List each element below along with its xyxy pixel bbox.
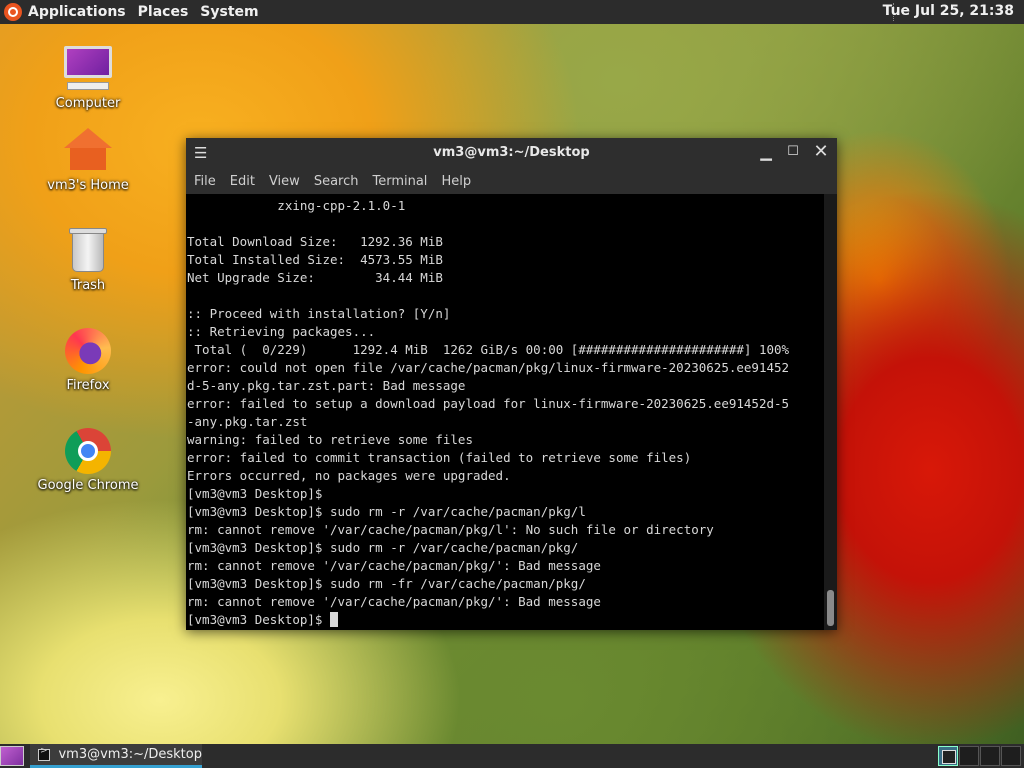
terminal-line: -any.pkg.tar.zst — [187, 414, 308, 429]
terminal-line: [vm3@vm3 Desktop]$ — [187, 486, 323, 501]
terminal-prompt: [vm3@vm3 Desktop]$ — [187, 612, 330, 627]
clock[interactable]: Tue Jul 25, 21:38 — [883, 3, 1014, 19]
taskbar-item-terminal[interactable]: vm3@vm3:~/Desktop — [30, 744, 202, 768]
menu-applications[interactable]: Applications — [28, 4, 126, 20]
workspace-4[interactable] — [1001, 746, 1021, 766]
minimize-icon[interactable]: ▁ — [756, 142, 776, 162]
terminal-line: [vm3@vm3 Desktop]$ sudo rm -r /var/cache… — [187, 504, 586, 519]
terminal-line: rm: cannot remove '/var/cache/pacman/pkg… — [187, 522, 714, 537]
desktop-icon-computer[interactable]: Computer — [28, 44, 148, 111]
menu-edit[interactable]: Edit — [230, 174, 255, 189]
desktop-icon-label: Trash — [70, 278, 106, 293]
terminal-line: Total Download Size: 1292.36 MiB — [187, 234, 443, 249]
menu-system[interactable]: System — [200, 4, 258, 20]
chrome-icon — [63, 426, 113, 476]
close-icon[interactable]: ✕ — [811, 142, 831, 162]
scrollbar-thumb[interactable] — [827, 590, 834, 626]
desktop-icon-trash[interactable]: Trash — [28, 226, 148, 293]
taskbar-item-label: vm3@vm3:~/Desktop — [58, 747, 202, 762]
terminal-line: error: could not open file /var/cache/pa… — [187, 360, 790, 375]
menu-terminal[interactable]: Terminal — [372, 174, 427, 189]
terminal-line: error: failed to commit transaction (fai… — [187, 450, 692, 465]
terminal-line: :: Retrieving packages... — [187, 324, 376, 339]
menu-help[interactable]: Help — [441, 174, 471, 189]
terminal-line: Total ( 0/229) 1292.4 MiB 1262 GiB/s 00:… — [187, 342, 790, 357]
bottom-panel: vm3@vm3:~/Desktop — [0, 744, 1024, 768]
workspace-3[interactable] — [980, 746, 1000, 766]
desktop-icon-chrome[interactable]: Google Chrome — [28, 426, 148, 493]
terminal-line: warning: failed to retrieve some files — [187, 432, 473, 447]
desktop-icon-label: Computer — [55, 96, 121, 111]
desktop-icon-home[interactable]: vm3's Home — [28, 126, 148, 193]
desktop-icon-label: Google Chrome — [37, 478, 139, 493]
top-panel: Applications Places System Tue Jul 25, 2… — [0, 0, 1024, 24]
text-cursor — [330, 612, 338, 627]
terminal-menubar: File Edit View Search Terminal Help — [186, 168, 837, 194]
terminal-line: [vm3@vm3 Desktop]$ sudo rm -r /var/cache… — [187, 540, 579, 555]
terminal-line: error: failed to setup a download payloa… — [187, 396, 790, 411]
show-desktop-icon[interactable] — [0, 746, 24, 766]
computer-icon — [63, 44, 113, 94]
home-folder-icon — [63, 126, 113, 176]
window-title: vm3@vm3:~/Desktop — [433, 145, 590, 160]
trash-icon — [63, 226, 113, 276]
desktop-icon-firefox[interactable]: Firefox — [28, 326, 148, 393]
desktop-icon-label: vm3's Home — [47, 178, 129, 193]
terminal-line: :: Proceed with installation? [Y/n] — [187, 306, 451, 321]
terminal-line: [vm3@vm3 Desktop]$ sudo rm -fr /var/cach… — [187, 576, 586, 591]
maximize-icon[interactable]: ☐ — [783, 142, 803, 162]
scrollbar[interactable] — [824, 194, 837, 630]
workspace-1[interactable] — [938, 746, 958, 766]
desktop-icon-label: Firefox — [66, 378, 110, 393]
menu-search[interactable]: Search — [314, 174, 359, 189]
terminal-line: zxing-cpp-2.1.0-1 — [187, 198, 406, 213]
terminal-output[interactable]: zxing-cpp-2.1.0-1 Total Download Size: 12… — [186, 194, 824, 630]
terminal-line: rm: cannot remove '/var/cache/pacman/pkg… — [187, 558, 601, 573]
terminal-line: rm: cannot remove '/var/cache/pacman/pkg… — [187, 594, 601, 609]
menu-places[interactable]: Places — [138, 4, 189, 20]
menu-file[interactable]: File — [194, 174, 216, 189]
terminal-icon — [38, 746, 51, 761]
firefox-icon — [63, 326, 113, 376]
terminal-line: Net Upgrade Size: 34.44 MiB — [187, 270, 443, 285]
terminal-line: d-5-any.pkg.tar.zst.part: Bad message — [187, 378, 466, 393]
workspace-2[interactable] — [959, 746, 979, 766]
terminal-line: Errors occurred, no packages were upgrad… — [187, 468, 511, 483]
terminal-prompt-line[interactable]: [vm3@vm3 Desktop]$ — [187, 611, 824, 629]
terminal-window: ☰ vm3@vm3:~/Desktop ▁ ☐ ✕ File Edit View… — [186, 138, 837, 630]
menu-view[interactable]: View — [269, 174, 300, 189]
ubuntu-logo-icon[interactable] — [4, 3, 22, 21]
terminal-line: Total Installed Size: 4573.55 MiB — [187, 252, 443, 267]
window-titlebar[interactable]: ☰ vm3@vm3:~/Desktop ▁ ☐ ✕ — [186, 138, 837, 168]
